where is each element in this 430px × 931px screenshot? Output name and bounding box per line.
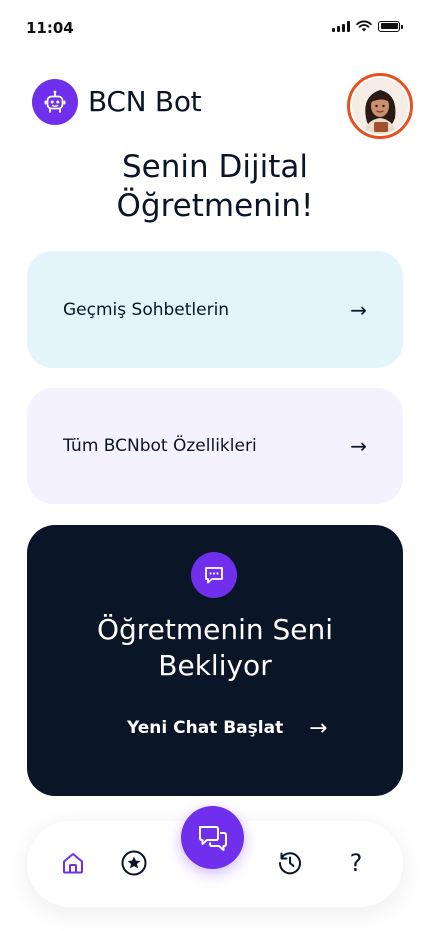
nav-home-button[interactable] [55, 845, 91, 881]
star-icon [121, 850, 147, 876]
avatar[interactable] [347, 73, 413, 139]
battery-icon [378, 20, 403, 32]
hero-title: Öğretmenin Seni Bekliyor [27, 612, 403, 684]
start-chat-card[interactable]: Öğretmenin Seni Bekliyor Yeni Chat Başla… [27, 525, 403, 796]
past-chats-label: Geçmiş Sohbetlerin [63, 299, 230, 320]
home-icon [63, 853, 83, 874]
chat-bubble-icon [191, 552, 237, 598]
teacher-avatar-image [352, 78, 408, 134]
status-bar: 11:04 [0, 0, 430, 56]
app-header: BCN Bot [32, 73, 413, 139]
nav-help-button[interactable]: ? [338, 845, 374, 881]
status-icons [332, 20, 403, 32]
headline-line-1: Senin Dijital [122, 149, 308, 185]
new-chat-button[interactable]: Yeni Chat Başlat [127, 718, 283, 738]
headline-line-2: Öğretmenin! [116, 188, 314, 224]
arrow-right-icon: → [350, 297, 367, 322]
hero-title-line-1: Öğretmenin Seni [96, 613, 334, 646]
all-features-card[interactable]: Tüm BCNbot Özellikleri → [27, 388, 403, 504]
status-time: 11:04 [26, 19, 74, 37]
hero-title-line-2: Bekliyor [158, 649, 272, 682]
robot-icon [32, 79, 78, 125]
page-headline: Senin Dijital Öğretmenin! [0, 148, 430, 226]
nav-favorites-button[interactable] [116, 845, 152, 881]
wifi-icon [356, 20, 372, 32]
chat-fab-button[interactable] [181, 806, 244, 869]
chat-icon [198, 825, 227, 851]
nav-history-button[interactable] [272, 845, 308, 881]
signal-icon [332, 20, 350, 32]
history-icon [278, 852, 301, 875]
help-icon: ? [349, 849, 363, 877]
app-title: BCN Bot [88, 85, 202, 118]
all-features-label: Tüm BCNbot Özellikleri [63, 436, 257, 456]
arrow-right-icon: → [350, 434, 367, 458]
past-chats-card[interactable]: Geçmiş Sohbetlerin → [27, 251, 403, 368]
arrow-right-icon[interactable]: → [309, 716, 327, 741]
